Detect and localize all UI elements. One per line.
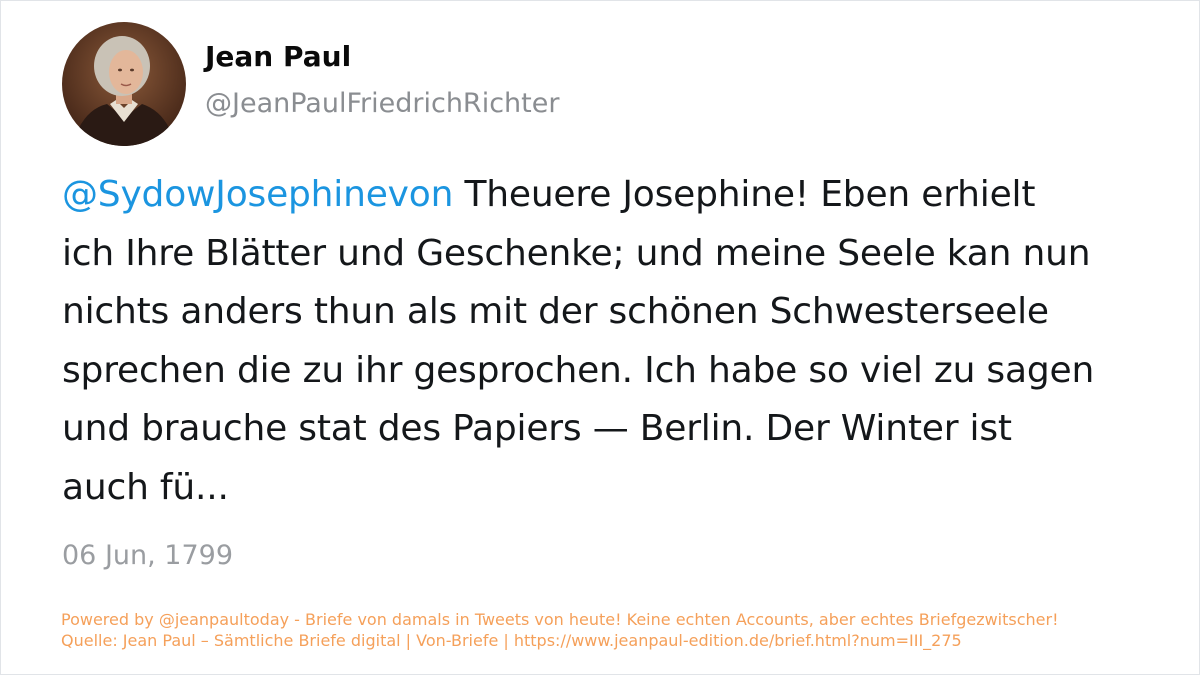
footer-powered-by: Powered by @jeanpaultoday - Briefe von d… <box>61 610 1059 629</box>
tweet-line-5: und brauche stat des Papiers — Berlin. D… <box>62 408 1012 449</box>
tweet-line-1-text: Theuere Josephine! Eben erhielt <box>453 174 1036 215</box>
author-handle[interactable]: @JeanPaulFriedrichRichter <box>205 88 559 119</box>
portrait-icon <box>62 22 186 146</box>
mention-link[interactable]: @SydowJosephinevon <box>62 174 453 215</box>
footer-source: Quelle: Jean Paul – Sämtliche Briefe dig… <box>61 631 962 650</box>
author-name[interactable]: Jean Paul <box>205 40 351 73</box>
avatar[interactable] <box>62 22 186 146</box>
tweet-date: 06 Jun, 1799 <box>62 540 234 571</box>
tweet-line-3: nichts anders thun als mit der schönen S… <box>62 291 1049 332</box>
footer: Powered by @jeanpaultoday - Briefe von d… <box>61 609 1059 651</box>
tweet-line-1: @SydowJosephinevon Theuere Josephine! Eb… <box>62 166 1152 225</box>
tweet-text: @SydowJosephinevon Theuere Josephine! Eb… <box>62 166 1152 517</box>
tweet-line-6: auch fü... <box>62 466 229 508</box>
tweet-line-4: sprechen die zu ihr gesprochen. Ich habe… <box>62 349 1095 391</box>
tweet-line-2: ich Ihre Blätter und Geschenke; und mein… <box>62 232 1091 274</box>
